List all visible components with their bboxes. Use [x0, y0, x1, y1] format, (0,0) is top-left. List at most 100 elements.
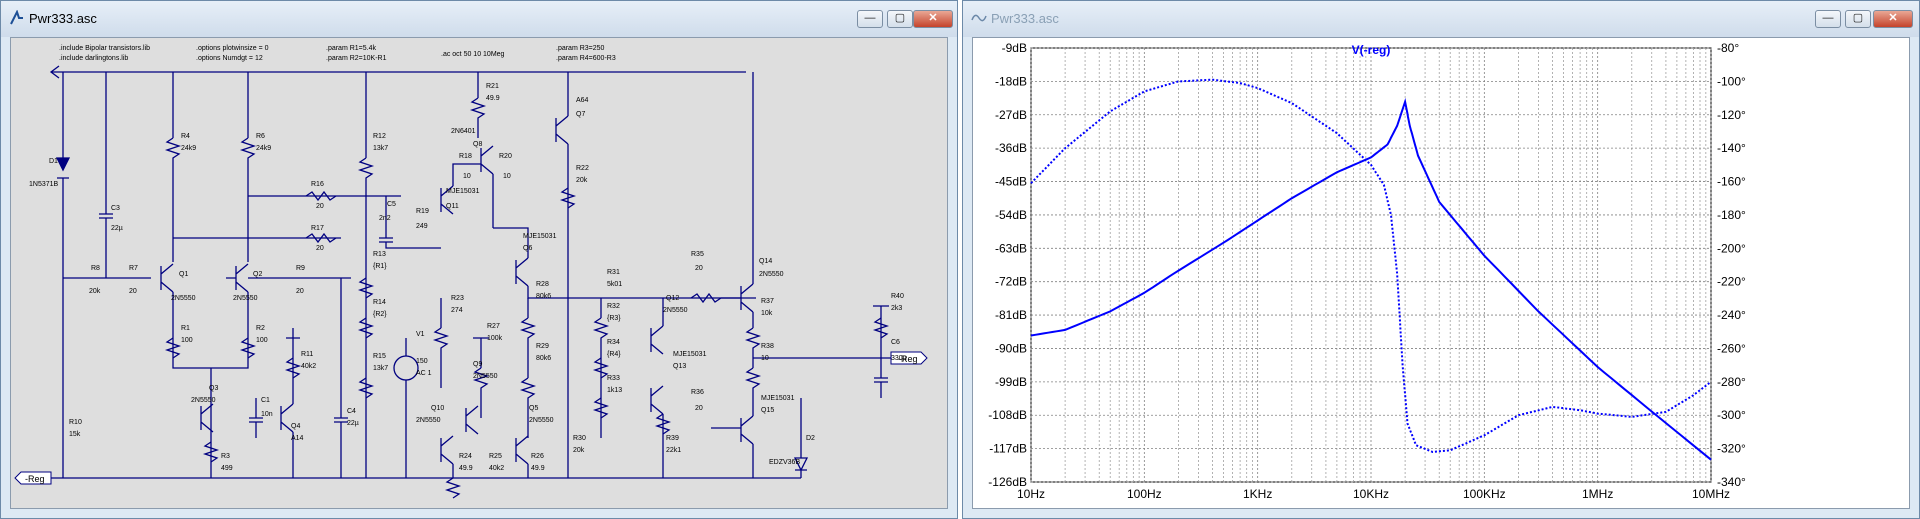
svg-text:24k9: 24k9 [181, 145, 196, 152]
svg-text:R22: R22 [576, 165, 589, 172]
svg-text:Q9: Q9 [473, 361, 482, 368]
svg-text:2N5550: 2N5550 [416, 417, 441, 424]
y-right-tick-label: -80° [1717, 41, 1739, 55]
svg-text:100k: 100k [487, 335, 503, 342]
svg-text:330µ: 330µ [891, 355, 907, 362]
svg-text:A14: A14 [291, 435, 304, 442]
svg-text:V1: V1 [416, 331, 425, 338]
svg-text:2k3: 2k3 [891, 305, 902, 312]
y-left-tick-label: -9dB [1002, 41, 1027, 55]
x-tick-label: 10MHz [1692, 487, 1730, 501]
svg-text:D1: D1 [49, 158, 58, 165]
bode-plot[interactable]: -9dB -18dB -27dB -36dB -45dB -54dB -63dB -72dB -… [973, 38, 1911, 510]
svg-text:R28: R28 [536, 281, 549, 288]
svg-text:R34: R34 [607, 339, 620, 346]
svg-text:2N5550: 2N5550 [529, 417, 554, 424]
svg-text:2N6401: 2N6401 [451, 128, 476, 135]
y-right-tick-label: -200° [1717, 241, 1746, 255]
directive-param4: .param R4=600-R3 [556, 55, 616, 62]
plot-titlebar[interactable]: Pwr333.asc — ▢ ✕ [963, 1, 1919, 37]
svg-text:R14: R14 [373, 299, 386, 306]
directive-param2: .param R2=10K-R1 [326, 55, 387, 62]
svg-text:C3: C3 [111, 205, 120, 212]
maximize-button[interactable]: ▢ [887, 10, 913, 28]
svg-text:Q7: Q7 [576, 111, 585, 118]
svg-text:Q6: Q6 [523, 245, 532, 252]
svg-text:R18: R18 [459, 153, 472, 160]
svg-text:150: 150 [416, 358, 428, 365]
minimize-button[interactable]: — [1815, 10, 1841, 28]
y-left-tick-label: -54dB [995, 208, 1027, 222]
svg-text:5k01: 5k01 [607, 281, 622, 288]
svg-text:Q13: Q13 [673, 363, 686, 370]
svg-text:15k: 15k [69, 431, 81, 438]
svg-text:49.9: 49.9 [459, 465, 473, 472]
plot-window-title: Pwr333.asc [991, 11, 1059, 26]
svg-text:R26: R26 [531, 453, 544, 460]
svg-text:10: 10 [503, 173, 511, 180]
close-button[interactable]: ✕ [1873, 10, 1913, 28]
close-button[interactable]: ✕ [913, 10, 953, 28]
schematic-canvas[interactable]: -Reg -Reg .include Bipolar transistors.l… [10, 37, 948, 509]
plot-canvas[interactable]: -9dB -18dB -27dB -36dB -45dB -54dB -63dB -72dB -… [972, 37, 1910, 509]
svg-text:Q5: Q5 [529, 405, 538, 412]
y-right-tick-label: -180° [1717, 208, 1746, 222]
svg-text:R3: R3 [221, 453, 230, 460]
svg-text:R10: R10 [69, 419, 82, 426]
svg-text:R25: R25 [489, 453, 502, 460]
svg-text:2N5550: 2N5550 [473, 373, 498, 380]
x-tick-label: 100Hz [1127, 487, 1162, 501]
input-port-reg[interactable]: -Reg [14, 471, 52, 485]
y-right-tick-label: -260° [1717, 341, 1746, 355]
svg-text:49.9: 49.9 [531, 465, 545, 472]
svg-text:C4: C4 [347, 408, 356, 415]
svg-text:R31: R31 [607, 269, 620, 276]
svg-text:2N5550: 2N5550 [171, 295, 196, 302]
svg-text:Q12: Q12 [666, 295, 679, 302]
svg-text:Q1: Q1 [179, 271, 188, 278]
svg-text:R6: R6 [256, 133, 265, 140]
svg-text:22k1: 22k1 [666, 447, 681, 454]
svg-text:1N5371B: 1N5371B [29, 181, 59, 188]
svg-text:20: 20 [316, 245, 324, 252]
svg-text:10: 10 [761, 355, 769, 362]
svg-text:R27: R27 [487, 323, 500, 330]
svg-text:2N5550: 2N5550 [663, 307, 688, 314]
svg-text:24k9: 24k9 [256, 145, 271, 152]
svg-text:MJE15031: MJE15031 [446, 188, 480, 195]
svg-text:499: 499 [221, 465, 233, 472]
y-left-tick-label: -45dB [995, 175, 1027, 189]
svg-text:22µ: 22µ [347, 420, 359, 427]
svg-text:R4: R4 [181, 133, 190, 140]
y-right-tick-label: -140° [1717, 141, 1746, 155]
schematic-titlebar[interactable]: Pwr333.asc — ▢ ✕ [1, 1, 957, 37]
svg-text:R21: R21 [486, 83, 499, 90]
svg-text:100: 100 [256, 337, 268, 344]
svg-text:R38: R38 [761, 343, 774, 350]
svg-text:R8: R8 [91, 265, 100, 272]
y-left-tick-label: -27dB [995, 108, 1027, 122]
svg-text:Q3: Q3 [209, 385, 218, 392]
maximize-button[interactable]: ▢ [1845, 10, 1871, 28]
svg-text:2N5550: 2N5550 [759, 271, 784, 278]
directive-param1: .param R1=5.4k [326, 45, 376, 52]
svg-text:20k: 20k [576, 177, 588, 184]
svg-text:R37: R37 [761, 298, 774, 305]
svg-text:Q2: Q2 [253, 271, 262, 278]
svg-text:R23: R23 [451, 295, 464, 302]
y-left-tick-label: -108dB [988, 408, 1027, 422]
svg-text:R24: R24 [459, 453, 472, 460]
svg-text:R19: R19 [416, 208, 429, 215]
ltspice-app-icon [10, 10, 23, 25]
schematic-window: Pwr333.asc — ▢ ✕ -Reg -Reg .include Bipo… [0, 0, 958, 519]
svg-text:10n: 10n [261, 411, 273, 418]
svg-text:C1: C1 [261, 397, 270, 404]
minimize-button[interactable]: — [857, 10, 883, 28]
waveform-app-icon [971, 14, 987, 22]
svg-text:49.9: 49.9 [486, 95, 500, 102]
directive-ac: .ac oct 50 10 10Meg [441, 51, 505, 58]
svg-text:Q11: Q11 [446, 203, 459, 210]
svg-text:274: 274 [451, 307, 463, 314]
svg-text:R33: R33 [607, 375, 620, 382]
y-right-tick-label: -280° [1717, 375, 1746, 389]
